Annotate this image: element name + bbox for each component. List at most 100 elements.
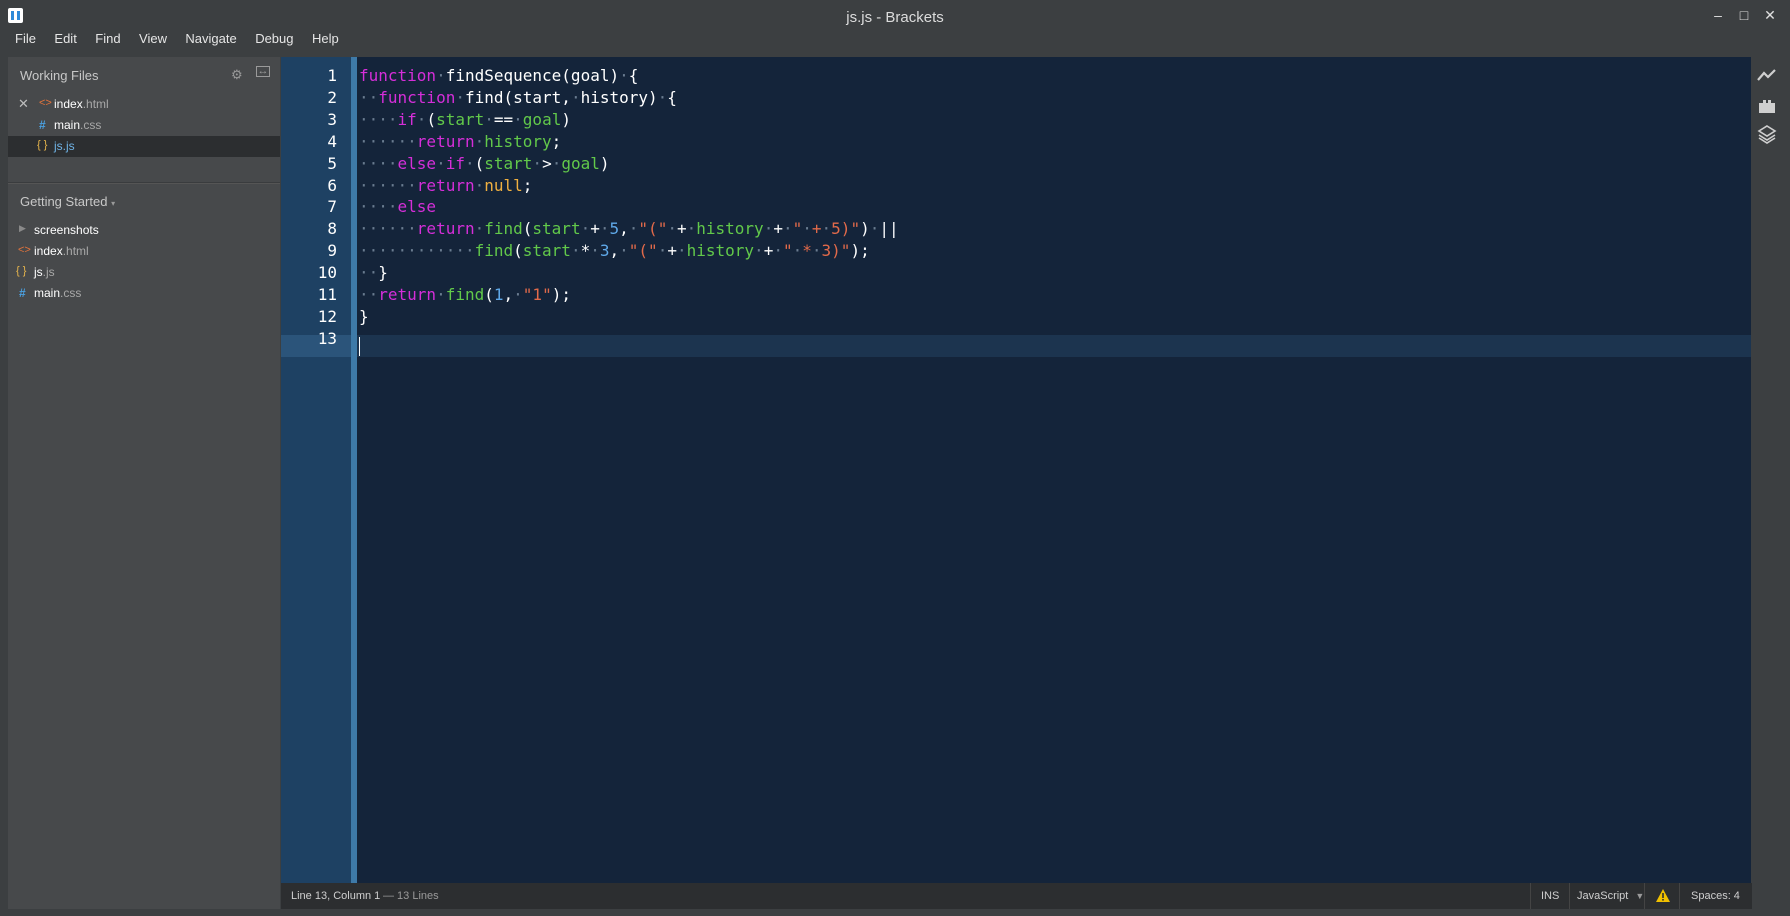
code-token: null	[484, 175, 523, 195]
code-token: ······	[359, 219, 417, 239]
code-token: ·	[551, 153, 562, 173]
code-token: ;	[551, 131, 562, 151]
folder-name: screenshots	[34, 223, 99, 237]
code-token: "("	[628, 241, 658, 261]
code-token: ·	[599, 219, 610, 239]
code-token: +	[773, 219, 783, 239]
file-name: js	[34, 265, 43, 279]
line-number: 2	[327, 87, 337, 107]
code-token: ······	[359, 175, 417, 195]
window-title: js.js - Brackets	[846, 9, 944, 26]
menu-find[interactable]: Find	[95, 28, 120, 46]
code-token: goal	[522, 109, 562, 129]
code-token: ·	[619, 241, 629, 261]
working-file-js-js[interactable]: { } js.js	[8, 136, 280, 157]
code-token: 5	[609, 219, 620, 239]
code-token: if	[397, 109, 417, 129]
code-token: ·	[869, 219, 880, 239]
code-token: ··	[359, 87, 379, 107]
code-token: goal	[561, 153, 600, 173]
code-token: {	[628, 66, 639, 85]
code-token: ·	[773, 241, 783, 261]
code-token: start	[484, 153, 533, 173]
code-token: "("	[638, 219, 668, 239]
code-token: history	[696, 219, 764, 239]
sidebar: Working Files ⚙ ↔ ✕ <> index.html # main…	[8, 57, 280, 909]
working-file-index-html[interactable]: ✕ <> index.html	[8, 94, 280, 115]
code-token: ·	[686, 219, 697, 239]
code-token: ·	[416, 109, 427, 129]
split-view-icon[interactable]: ↔	[256, 66, 270, 77]
code-line: ······return·null;	[359, 176, 532, 195]
code-token: return	[416, 131, 475, 151]
menu-bar: File Edit Find View Navigate Debug Help	[0, 28, 1790, 52]
menu-edit[interactable]: Edit	[54, 28, 76, 46]
gear-icon[interactable]: ⚙	[231, 67, 243, 83]
status-bar: Line 13, Column 1 — 13 Lines INS JavaScr…	[281, 883, 1752, 909]
code-editor[interactable]: 1 2 3 4 5 6 7 8 9 10 11 12 13 function·findSequence(…	[281, 57, 1751, 883]
layers-icon[interactable]	[1756, 123, 1778, 145]
language-select[interactable]: JavaScript ▼	[1577, 890, 1644, 902]
minimize-button[interactable]: –	[1707, 4, 1729, 26]
code-token: ·	[802, 219, 812, 239]
code-token: ·	[532, 153, 543, 173]
code-token: ·	[619, 66, 629, 85]
code-token: history	[484, 131, 552, 151]
language-label: JavaScript	[1577, 890, 1629, 902]
extension-manager-icon[interactable]	[1756, 95, 1778, 117]
warning-icon[interactable]	[1655, 888, 1671, 903]
indent-spaces-setting[interactable]: Spaces: 4	[1691, 890, 1740, 902]
code-token: ····	[359, 197, 398, 217]
working-file-main-css[interactable]: # main.css	[8, 115, 280, 136]
line-number: 3	[327, 109, 337, 129]
line-number: 8	[327, 219, 337, 239]
code-token: ·	[570, 241, 581, 261]
menu-navigate[interactable]: Navigate	[185, 28, 236, 46]
menu-help[interactable]: Help	[312, 28, 339, 46]
code-token: (	[484, 285, 494, 304]
js-file-icon: { }	[37, 139, 48, 151]
code-token: function	[378, 87, 456, 107]
css-file-icon: #	[39, 118, 46, 132]
close-icon[interactable]: ✕	[18, 96, 29, 112]
html-file-icon: <>	[18, 244, 31, 256]
code-token: ··	[359, 263, 379, 283]
code-token: start	[436, 109, 485, 129]
maximize-button[interactable]: □	[1733, 4, 1755, 26]
code-token: *	[580, 241, 591, 261]
menu-view[interactable]: View	[139, 28, 167, 46]
project-file-main-css[interactable]: # main.css	[8, 283, 280, 304]
project-folder-screenshots[interactable]: ▶ screenshots	[8, 220, 280, 241]
file-name: index	[34, 244, 63, 258]
code-token: );	[850, 241, 870, 261]
status-divider	[1530, 883, 1531, 909]
menu-file[interactable]: File	[15, 28, 36, 46]
code-token: ·	[464, 153, 475, 173]
code-token: ·	[763, 219, 774, 239]
code-token: ==	[493, 109, 514, 129]
code-token: "1"	[522, 285, 552, 304]
code-token: return	[378, 285, 437, 304]
code-token: (	[474, 153, 485, 173]
project-file-index-html[interactable]: <> index.html	[8, 241, 280, 262]
code-token: +	[590, 219, 600, 239]
live-preview-icon[interactable]	[1756, 65, 1778, 87]
code-token: {	[667, 87, 677, 107]
status-divider	[1569, 883, 1570, 909]
menu-debug[interactable]: Debug	[255, 28, 293, 46]
project-file-js-js[interactable]: { } js.js	[8, 262, 280, 283]
insert-mode-toggle[interactable]: INS	[1541, 890, 1559, 902]
code-token: ·	[657, 241, 668, 261]
close-window-button[interactable]: ✕	[1759, 4, 1781, 26]
line-number: 11	[317, 285, 337, 304]
active-line-highlight	[281, 335, 1751, 357]
code-token: ·	[782, 219, 793, 239]
code-token: ,	[609, 241, 620, 261]
code-token: ·	[570, 87, 581, 107]
code-token: ·	[474, 175, 485, 195]
code-token: >	[542, 153, 552, 173]
code-token: ·	[513, 109, 523, 129]
code-token: 5)"	[831, 219, 861, 239]
project-title[interactable]: Getting Started ▾	[20, 194, 115, 209]
code-token: ·	[676, 241, 687, 261]
